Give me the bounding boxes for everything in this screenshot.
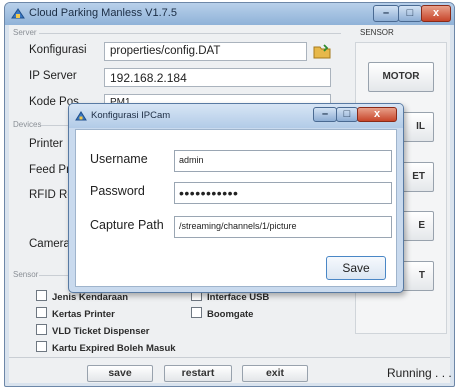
konfigurasi-label: Konfigurasi xyxy=(29,44,87,56)
dialog-maximize-button[interactable]: □ xyxy=(336,107,358,122)
checkbox-label: Kartu Expired Boleh Masuk xyxy=(52,343,176,354)
checkbox-label: Interface USB xyxy=(207,292,270,303)
restart-button[interactable]: restart xyxy=(164,365,232,382)
checkbox-label: Boomgate xyxy=(207,309,254,320)
username-field[interactable]: admin xyxy=(174,150,392,172)
checkbox-kartu-expired[interactable]: Kartu Expired Boleh Masuk xyxy=(36,341,176,354)
dialog-minimize-button[interactable]: – xyxy=(313,107,337,122)
motor-button[interactable]: MOTOR xyxy=(368,62,434,92)
save-button[interactable]: save xyxy=(87,365,153,382)
checkbox-label: VLD Ticket Dispenser xyxy=(52,326,150,337)
dialog-content: Username admin Password ••••••••••• Capt… xyxy=(75,129,397,287)
printer-label: Printer xyxy=(29,138,63,150)
dialog-title: Konfigurasi IPCam xyxy=(91,110,171,121)
dialog-app-icon xyxy=(75,111,87,121)
ipcam-dialog: Konfigurasi IPCam – □ x Username admin P… xyxy=(68,103,404,293)
checkbox-box[interactable] xyxy=(36,307,47,318)
capture-path-label: Capture Path xyxy=(90,218,164,232)
close-button[interactable]: x xyxy=(421,5,451,22)
camera-label: Camera xyxy=(29,238,70,250)
dialog-save-button[interactable]: Save xyxy=(326,256,386,280)
checkbox-vld-ticket-dispenser[interactable]: VLD Ticket Dispenser xyxy=(36,324,150,337)
checkbox-label: Jenis Kendaraan xyxy=(52,292,129,303)
server-section-label: Server xyxy=(13,28,37,37)
sensor-panel-label: SENSOR xyxy=(360,28,394,37)
feed-printer-label: Feed Pr xyxy=(29,164,70,176)
dialog-titlebar[interactable]: Konfigurasi IPCam – □ x xyxy=(69,104,403,128)
password-label: Password xyxy=(90,184,145,198)
password-field[interactable]: ••••••••••• xyxy=(174,182,392,204)
checkbox-box[interactable] xyxy=(36,324,47,335)
exit-button[interactable]: exit xyxy=(242,365,308,382)
folder-icon[interactable] xyxy=(313,43,331,59)
window-title: Cloud Parking Manless V1.7.5 xyxy=(29,7,177,19)
dialog-close-button[interactable]: x xyxy=(357,107,397,122)
username-label: Username xyxy=(90,152,148,166)
ip-server-label: IP Server xyxy=(29,70,77,82)
app-icon xyxy=(11,8,25,19)
maximize-button[interactable]: □ xyxy=(398,5,422,22)
checkbox-box[interactable] xyxy=(36,341,47,352)
devices-section-label: Devices xyxy=(13,120,42,129)
minimize-button[interactable]: – xyxy=(373,5,399,22)
checkbox-boomgate[interactable]: Boomgate xyxy=(191,307,253,320)
checkbox-label: Kertas Printer xyxy=(52,309,115,320)
bottom-divider xyxy=(9,357,450,358)
main-titlebar[interactable]: Cloud Parking Manless V1.7.5 – □ x xyxy=(5,3,454,25)
status-text: Running . . . xyxy=(387,366,452,380)
ip-server-field[interactable]: 192.168.2.184 xyxy=(104,68,331,87)
konfigurasi-field[interactable]: properties/config.DAT xyxy=(104,42,307,61)
server-group-line xyxy=(39,33,341,34)
checkbox-kertas-printer[interactable]: Kertas Printer xyxy=(36,307,115,320)
checkbox-box[interactable] xyxy=(36,290,47,301)
sensor-section-label: Sensor xyxy=(13,270,39,279)
capture-path-field[interactable]: /streaming/channels/1/picture xyxy=(174,216,392,238)
checkbox-box[interactable] xyxy=(191,307,202,318)
